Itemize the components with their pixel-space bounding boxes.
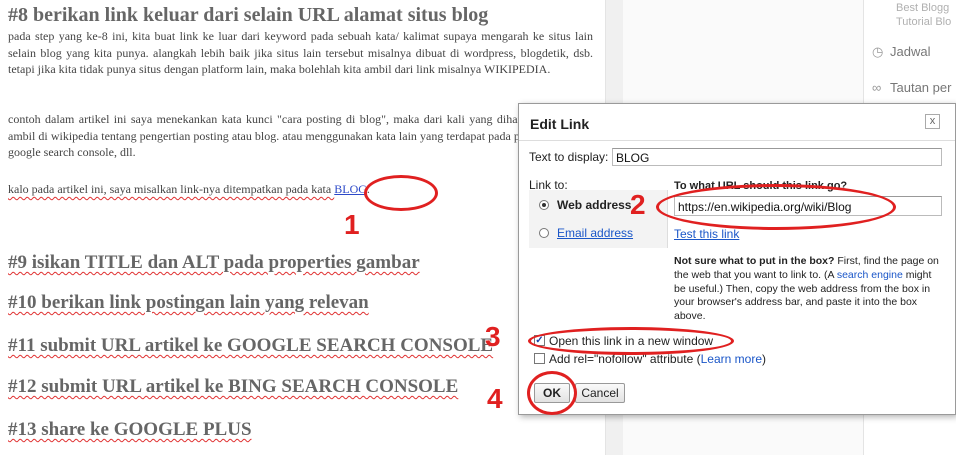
heading-step-9: #9 isikan TITLE dan ALT pada properties … [8,252,420,274]
learn-more-close-paren: ) [762,352,766,366]
sidebar-blog-1[interactable]: Best Blogg [896,2,949,14]
edit-link-dialog: Edit Link x Text to display: BLOG Link t… [518,103,956,415]
post-editor[interactable]: #8 berikan link keluar dari selain URL a… [0,0,605,455]
link-icon: ∞ [872,80,882,95]
text-to-display-label: Text to display: [529,150,609,164]
link-type-options: Web address Email address [529,190,668,248]
annotation-ring-url [656,184,896,230]
heading-step-10-text: #10 berikan link postingan lain yang rel… [8,292,369,313]
heading-step-9-text: #9 isikan TITLE dan ALT pada properties … [8,252,420,273]
web-address-option[interactable]: Web address [557,198,631,212]
paragraph-example: contoh dalam artikel ini saya menekankan… [8,112,593,160]
heading-step-13: #13 share ke GOOGLE PLUS [8,419,252,441]
dialog-title: Edit Link [530,116,590,132]
annotation-number-3: 3 [485,321,501,352]
paragraph-link-prefix: kalo pada artikel ini, saya misalkan lin… [8,182,335,196]
web-address-radio[interactable] [539,200,549,210]
annotation-number-1: 1 [344,209,360,240]
search-engine-link[interactable]: search engine [837,269,903,281]
learn-more-link[interactable]: Learn more [701,352,762,366]
heading-step-10: #10 berikan link postingan lain yang rel… [8,292,369,314]
test-link-button[interactable]: Test this link [674,227,739,241]
annotation-ring-blog-link [364,175,438,211]
close-icon[interactable]: x [925,114,940,129]
annotation-ring-new-window [528,327,734,355]
paragraph-link-placement: kalo pada artikel ini, saya misalkan lin… [8,181,593,198]
sidebar-blog-2[interactable]: Tutorial Blo [896,16,951,28]
heading-step-12-text: #12 submit URL artikel ke BING SEARCH CO… [8,376,459,397]
sidebar-item-schedule-label: Jadwal [890,44,931,59]
clock-icon: ◷ [872,44,884,59]
heading-step-13-text: #13 share ke GOOGLE PLUS [8,419,252,440]
help-title: Not sure what to put in the box? [674,255,835,267]
help-text: Not sure what to put in the box? First, … [674,255,944,324]
email-address-radio[interactable] [539,228,549,238]
nofollow-checkbox[interactable] [534,353,545,364]
text-to-display-input[interactable]: BLOG [612,148,942,166]
heading-step-8: #8 berikan link keluar dari selain URL a… [8,4,489,26]
cancel-button[interactable]: Cancel [575,383,625,403]
paragraph-step-8: pada step yang ke-8 ini, kita buat link … [8,29,593,77]
annotation-ring-ok [527,371,577,415]
sidebar-item-links[interactable]: ∞ Tautan per [872,80,951,95]
dialog-header: Edit Link x [519,104,955,141]
heading-step-12: #12 submit URL artikel ke BING SEARCH CO… [8,376,458,398]
heading-step-11-text: #11 submit URL artikel ke GOOGLE SEARCH … [8,335,494,356]
sidebar-item-links-label: Tautan per [890,80,952,95]
heading-step-11: #11 submit URL artikel ke GOOGLE SEARCH … [8,335,493,357]
email-address-option[interactable]: Email address [557,226,633,240]
annotation-number-4: 4 [487,383,503,414]
blog-link[interactable]: BLOG [334,182,367,196]
annotation-number-2: 2 [630,189,646,220]
sidebar-item-schedule[interactable]: ◷ Jadwal [872,44,930,60]
